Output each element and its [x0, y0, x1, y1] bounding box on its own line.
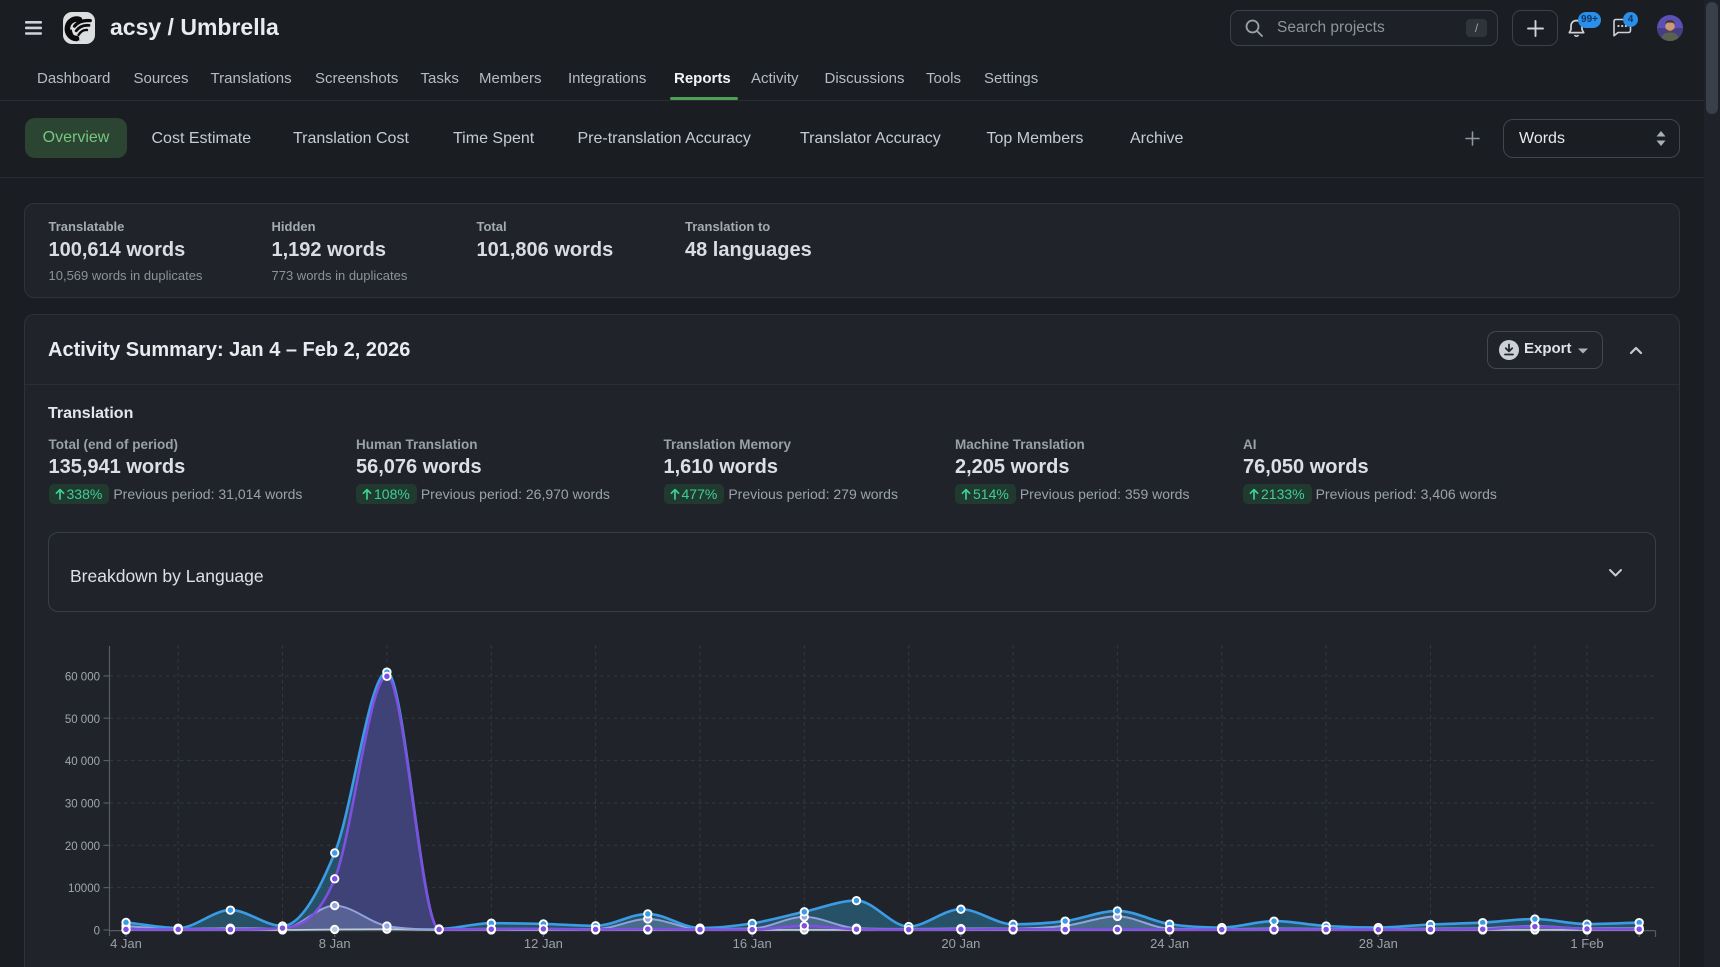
svg-text:24 Jan: 24 Jan [1150, 936, 1189, 951]
svg-text:8 Jan: 8 Jan [319, 936, 351, 951]
svg-text:28 Jan: 28 Jan [1359, 936, 1398, 951]
svg-text:12 Jan: 12 Jan [524, 936, 563, 951]
svg-text:50 000: 50 000 [65, 714, 100, 726]
svg-text:10000: 10000 [68, 883, 100, 895]
svg-text:0: 0 [94, 926, 100, 938]
svg-text:20 Jan: 20 Jan [941, 936, 980, 951]
svg-text:20 000: 20 000 [65, 841, 100, 853]
svg-text:60 000: 60 000 [65, 671, 100, 683]
svg-text:4 Jan: 4 Jan [110, 936, 142, 951]
svg-text:1 Feb: 1 Feb [1570, 936, 1603, 951]
svg-text:16 Jan: 16 Jan [733, 936, 772, 951]
svg-text:40 000: 40 000 [65, 756, 100, 768]
svg-text:30 000: 30 000 [65, 799, 100, 811]
